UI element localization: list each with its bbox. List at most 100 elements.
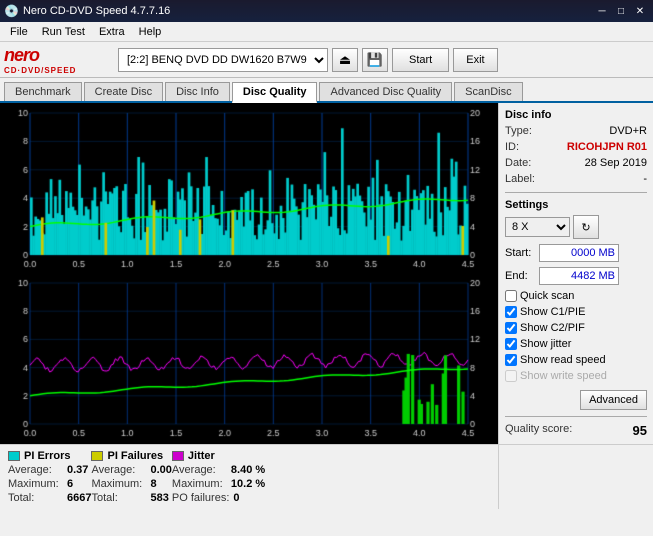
pi-total-row: Total: 6667 — [8, 492, 91, 504]
pi-failures-group: PI Failures Average: 0.00 Maximum: 8 Tot… — [91, 450, 171, 504]
po-failures-row: PO failures: 0 — [172, 492, 265, 504]
jitter-avg-value: 8.40 % — [231, 464, 265, 476]
jitter-group: Jitter Average: 8.40 % Maximum: 10.2 % P… — [172, 450, 265, 504]
menu-extra[interactable]: Extra — [93, 24, 131, 40]
c1pie-checkbox[interactable] — [505, 306, 517, 318]
quick-scan-label: Quick scan — [520, 290, 574, 302]
pif-total-row: Total: 583 — [91, 492, 171, 504]
pi-avg-row: Average: 0.37 — [8, 464, 91, 476]
pi-max-row: Maximum: 6 — [8, 478, 91, 490]
nero-logo: nero CD·DVD/SPEED — [4, 45, 114, 75]
app-icon: 💿 — [4, 4, 19, 18]
pi-errors-group: PI Errors Average: 0.37 Maximum: 6 Total… — [8, 450, 91, 504]
c1pie-label: Show C1/PIE — [520, 306, 585, 318]
disc-label-value: - — [643, 173, 647, 185]
po-value: 0 — [233, 492, 239, 504]
pif-avg-label: Average: — [91, 464, 146, 476]
disc-label-row: Label: - — [505, 173, 647, 185]
disc-type-row: Type: DVD+R — [505, 125, 647, 137]
jitter-max-row: Maximum: 10.2 % — [172, 478, 265, 490]
po-label: PO failures: — [172, 492, 229, 504]
refresh-button[interactable]: ↻ — [573, 215, 599, 239]
pif-avg-value: 0.00 — [150, 464, 171, 476]
eject-button[interactable]: ⏏ — [332, 48, 358, 72]
tab-benchmark[interactable]: Benchmark — [4, 82, 82, 101]
charts-area — [0, 103, 498, 444]
maximize-button[interactable]: □ — [612, 3, 630, 19]
pi-avg-label: Average: — [8, 464, 63, 476]
pi-total-value: 6667 — [67, 492, 91, 504]
title-bar-left: 💿 Nero CD-DVD Speed 4.7.7.16 — [4, 4, 170, 18]
divider2 — [505, 416, 647, 417]
pif-total-label: Total: — [91, 492, 146, 504]
advanced-btn-wrapper: Advanced — [505, 388, 647, 410]
app-title: Nero CD-DVD Speed 4.7.7.16 — [23, 5, 170, 17]
quick-scan-checkbox[interactable] — [505, 290, 517, 302]
c2pif-checkbox[interactable] — [505, 322, 517, 334]
jitter-stat-label: Jitter — [188, 450, 215, 462]
jitter-label: Show jitter — [520, 338, 571, 350]
jitter-title: Jitter — [172, 450, 265, 462]
disc-id-label: ID: — [505, 141, 519, 153]
speed-row: 8 X 4 X 6 X 12 X Max ↻ — [505, 215, 647, 239]
disc-date-row: Date: 28 Sep 2019 — [505, 157, 647, 169]
start-row: Start: — [505, 244, 647, 262]
save-button[interactable]: 💾 — [362, 48, 388, 72]
pif-total-value: 583 — [150, 492, 168, 504]
menu-file[interactable]: File — [4, 24, 34, 40]
jitter-avg-row: Average: 8.40 % — [172, 464, 265, 476]
pif-max-label: Maximum: — [91, 478, 146, 490]
pif-max-row: Maximum: 8 — [91, 478, 171, 490]
bottom-area: PI Errors Average: 0.37 Maximum: 6 Total… — [0, 444, 653, 509]
disc-type-value: DVD+R — [609, 125, 647, 137]
jitter-max-label: Maximum: — [172, 478, 227, 490]
tab-disc-quality[interactable]: Disc Quality — [232, 82, 318, 103]
pi-errors-color-box — [8, 451, 20, 461]
toolbar: nero CD·DVD/SPEED [2:2] BENQ DVD DD DW16… — [0, 42, 653, 78]
exit-button[interactable]: Exit — [453, 48, 497, 72]
pi-failures-color-box — [91, 451, 103, 461]
pi-avg-value: 0.37 — [67, 464, 88, 476]
pif-avg-row: Average: 0.00 — [91, 464, 171, 476]
start-label: Start: — [505, 247, 535, 259]
chart1-container — [2, 105, 496, 273]
end-input[interactable] — [539, 267, 619, 285]
end-label: End: — [505, 270, 535, 282]
disc-label-label: Label: — [505, 173, 535, 185]
disc-id-row: ID: RICOHJPN R01 — [505, 141, 647, 153]
quality-score-value: 95 — [633, 423, 647, 438]
chart2-container — [2, 275, 496, 442]
tab-scan-disc[interactable]: ScanDisc — [454, 82, 522, 101]
start-input[interactable] — [539, 244, 619, 262]
disc-id-value: RICOHJPN R01 — [567, 141, 647, 153]
disc-info-title: Disc info — [505, 109, 647, 121]
right-panel: Disc info Type: DVD+R ID: RICOHJPN R01 D… — [498, 103, 653, 444]
advanced-button[interactable]: Advanced — [580, 390, 647, 410]
read-speed-checkbox[interactable] — [505, 354, 517, 366]
quality-score-label: Quality score: — [505, 423, 572, 438]
speed-select[interactable]: 8 X 4 X 6 X 12 X Max — [505, 217, 570, 237]
nero-sub-text: CD·DVD/SPEED — [4, 66, 76, 75]
start-button[interactable]: Start — [392, 48, 449, 72]
pi-failures-label: PI Failures — [107, 450, 163, 462]
menu-run-test[interactable]: Run Test — [36, 24, 91, 40]
pi-failures-title: PI Failures — [91, 450, 171, 462]
menu-help[interactable]: Help — [133, 24, 168, 40]
end-row: End: — [505, 267, 647, 285]
minimize-button[interactable]: ─ — [593, 3, 611, 19]
close-button[interactable]: ✕ — [631, 3, 649, 19]
nero-logo-text: nero — [4, 45, 39, 66]
drive-select[interactable]: [2:2] BENQ DVD DD DW1620 B7W9 — [118, 48, 328, 72]
tab-advanced-disc-quality[interactable]: Advanced Disc Quality — [319, 82, 452, 101]
jitter-color-box — [172, 451, 184, 461]
disc-type-label: Type: — [505, 125, 532, 137]
write-speed-row: Show write speed — [505, 370, 647, 382]
jitter-checkbox[interactable] — [505, 338, 517, 350]
disc-date-label: Date: — [505, 157, 531, 169]
chart2-canvas — [2, 275, 496, 442]
jitter-row: Show jitter — [505, 338, 647, 350]
tab-create-disc[interactable]: Create Disc — [84, 82, 163, 101]
tab-disc-info[interactable]: Disc Info — [165, 82, 230, 101]
pi-max-value: 6 — [67, 478, 73, 490]
pi-errors-title: PI Errors — [8, 450, 91, 462]
